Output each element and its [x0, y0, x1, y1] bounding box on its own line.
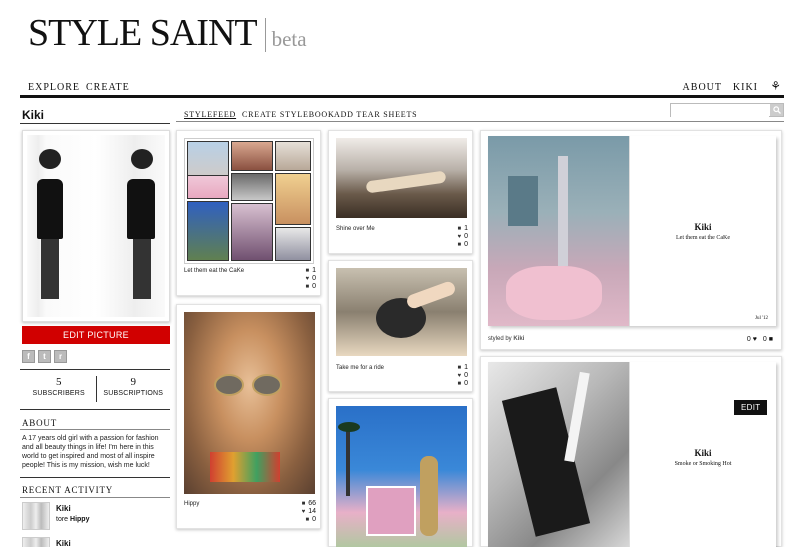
likes[interactable]: 0 ♥ [747, 336, 757, 343]
card-caption: Hippy [184, 501, 200, 507]
comments[interactable]: 0 ■ [763, 336, 773, 343]
activity-user: Kiki [56, 539, 71, 547]
search-box [670, 103, 784, 121]
stylebook-card[interactable]: Kiki Smoke or Smoking Hot EDIT [480, 356, 782, 547]
feed-card[interactable]: Shine over Me ■ 1 ♥ 0 ■ 0 [328, 130, 473, 254]
logo[interactable]: STYLE SAINT beta [28, 12, 307, 52]
stylebook-cover: Kiki Smoke or Smoking Hot [488, 362, 776, 547]
subscribers-stat[interactable]: 5 SUBSCRIBERS [22, 376, 96, 402]
facebook-icon[interactable]: f [22, 350, 35, 363]
divider [20, 369, 170, 370]
activity-item[interactable]: Kiki [22, 537, 170, 547]
comment-icon[interactable]: ■ [457, 380, 461, 388]
subscriptions-stat[interactable]: 9 SUBSCRIPTIONS [95, 376, 171, 402]
profile-picture [22, 130, 170, 322]
heart-icon[interactable]: ♥ [458, 372, 462, 380]
comment-icon[interactable]: ■ [305, 283, 309, 291]
stylebook-image [488, 136, 629, 326]
tree-icon[interactable]: ⚘ [770, 79, 782, 94]
heart-icon[interactable]: ♥ [458, 233, 462, 241]
logo-wordmark: STYLE SAINT [28, 12, 258, 54]
card-caption: Let them eat the CaKe [184, 268, 245, 274]
profile-name: Kiki [22, 108, 45, 122]
stylebook-title: Kiki [694, 448, 712, 458]
profile-photo [27, 135, 165, 317]
stylebook-page: Kiki Smoke or Smoking Hot [629, 362, 776, 547]
stylebook-date: Jul '12 [755, 316, 768, 321]
top-nav: EXPLORE CREATE ABOUT KIKI ⚘ [20, 79, 784, 98]
divider [20, 429, 170, 430]
heart-icon[interactable]: ♥ [306, 275, 310, 283]
book-icon: ■ [457, 365, 462, 371]
nav-user[interactable]: KIKI [733, 82, 758, 93]
search-input[interactable] [671, 108, 769, 121]
subscriptions-count: 9 [130, 376, 137, 388]
tab-add-tear-sheets[interactable]: ADD TEAR SHEETS [334, 110, 417, 119]
book-icon: ■ [457, 226, 462, 232]
stylebook-subtitle: Smoke or Smoking Hot [674, 461, 732, 467]
subscribers-label: SUBSCRIBERS [32, 390, 85, 397]
comment-icon[interactable]: ■ [305, 516, 309, 524]
avatar [22, 537, 50, 547]
subscriptions-label: SUBSCRIPTIONS [103, 390, 164, 397]
about-text: A 17 years old girl with a passion for f… [22, 435, 159, 469]
card-counts: ■ 1 ♥ 0 ■ 0 [457, 225, 468, 249]
stylebook-title: Kiki [694, 222, 712, 232]
search-icon[interactable] [770, 104, 783, 116]
collage-image [184, 138, 314, 264]
book-icon: ■ [301, 501, 306, 507]
card-caption: Shine over Me [336, 226, 375, 232]
tab-stylefeed[interactable]: STYLEFEED [184, 110, 236, 119]
avatar [22, 502, 50, 530]
feed-card[interactable]: Let them eat the CaKe ■ 1 ♥ 0 ■ 0 [176, 130, 321, 296]
tab-create-stylebook[interactable]: CREATE STYLEBOOK [242, 110, 335, 119]
about-heading: ABOUT [22, 418, 57, 428]
divider [20, 477, 170, 478]
rss-icon[interactable]: r [54, 350, 67, 363]
subscribers-count: 5 [56, 376, 62, 388]
nav-create[interactable]: CREATE [86, 82, 130, 93]
activity-item[interactable]: Kiki tore Hippy [22, 502, 170, 532]
divider [176, 121, 784, 122]
stylebook-image [488, 362, 629, 547]
card-counts: ■ 66 ♥ 14 ■ 0 [301, 500, 316, 524]
card-caption: Take me for a ride [336, 365, 385, 371]
feed-card[interactable] [328, 398, 473, 547]
card-image [336, 406, 467, 547]
nav-explore[interactable]: EXPLORE [28, 82, 80, 93]
activity-text: tore Hippy [56, 516, 90, 523]
styled-by: styled by Kiki [488, 336, 525, 342]
profile-stats: 5 SUBSCRIBERS 9 SUBSCRIPTIONS [22, 376, 170, 402]
stylebook-subtitle: Let them eat the CaKe [676, 235, 730, 241]
stylebook-page: Kiki Let them eat the CaKe Jul '12 [629, 136, 776, 326]
styled-by-user[interactable]: Kiki [513, 336, 524, 342]
twitter-icon[interactable]: t [38, 350, 51, 363]
comment-icon[interactable]: ■ [457, 241, 461, 249]
logo-beta-tag: beta [271, 27, 307, 51]
feed-card[interactable]: Take me for a ride ■ 1 ♥ 0 ■ 0 [328, 260, 473, 392]
logo-divider [264, 18, 266, 52]
book-icon: ■ [305, 268, 310, 274]
card-image [336, 268, 467, 356]
card-counts: ■ 1 ♥ 0 ■ 0 [305, 267, 316, 291]
card-image [336, 138, 467, 218]
nav-about[interactable]: ABOUT [683, 82, 722, 93]
divider [20, 123, 170, 124]
divider [20, 409, 170, 410]
heart-icon[interactable]: ♥ [302, 508, 306, 516]
card-image [184, 312, 315, 494]
stylebook-card[interactable]: Kiki Let them eat the CaKe Jul '12 style… [480, 130, 782, 350]
activity-user: Kiki [56, 504, 71, 513]
divider [20, 497, 170, 498]
edit-stylebook-button[interactable]: EDIT [734, 400, 768, 415]
social-links: f t r [22, 350, 67, 363]
stylebook-counts: 0 ♥ 0 ■ [747, 336, 773, 343]
feed-card[interactable]: Hippy ■ 66 ♥ 14 ■ 0 [176, 304, 321, 529]
recent-activity-heading: RECENT ACTIVITY [22, 485, 114, 495]
edit-picture-button[interactable]: EDIT PICTURE [22, 326, 170, 344]
stylebook-cover: Kiki Let them eat the CaKe Jul '12 [488, 136, 776, 326]
card-counts: ■ 1 ♥ 0 ■ 0 [457, 364, 468, 388]
